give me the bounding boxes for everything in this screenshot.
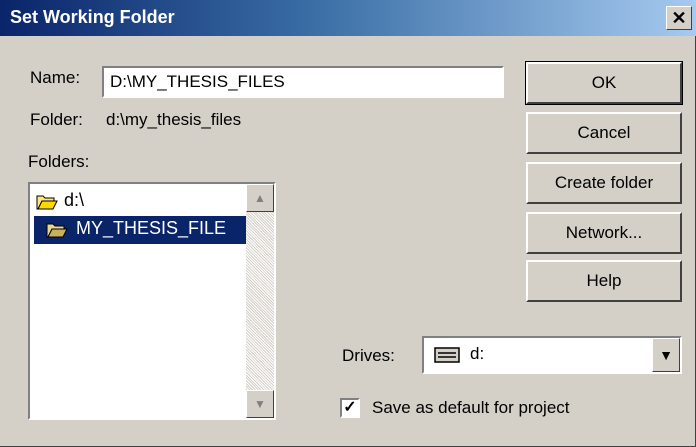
folder-item-label: d:\	[64, 190, 85, 210]
folder-path-value: d:\my_thesis_files	[106, 110, 242, 129]
create-folder-button[interactable]: Create folder	[526, 162, 682, 204]
close-icon: ✕	[671, 8, 687, 28]
name-input[interactable]	[102, 66, 504, 98]
scroll-down-arrow-icon: ▼	[254, 397, 266, 411]
chevron-down-icon: ▼	[659, 347, 673, 363]
drives-select[interactable]: d: ▼	[422, 336, 682, 374]
drives-value: d:	[470, 344, 485, 363]
folder-label: Folder:	[30, 110, 83, 129]
help-button[interactable]: Help	[526, 260, 682, 302]
close-button[interactable]: ✕	[666, 6, 692, 30]
network-button[interactable]: Network...	[526, 212, 682, 254]
save-default-checkbox[interactable]: ✓	[340, 398, 360, 418]
checkmark-icon: ✓	[343, 399, 357, 416]
ok-button[interactable]: OK	[525, 61, 683, 105]
folders-label: Folders:	[28, 152, 90, 171]
cancel-button[interactable]: Cancel	[526, 112, 682, 154]
name-label: Name:	[30, 68, 81, 87]
folder-item-label: MY_THESIS_FILE	[76, 218, 227, 238]
dialog-title: Set Working Folder	[10, 7, 175, 27]
drives-dropdown-button[interactable]: ▼	[652, 338, 680, 372]
drive-icon	[434, 347, 460, 363]
set-working-folder-dialog: Set Working Folder ✕ Name: Folder: d:\my…	[0, 0, 696, 447]
scroll-down-button[interactable]: ▼	[246, 390, 274, 418]
folders-scrollbar[interactable]: ▲ ▼	[246, 184, 274, 418]
title-bar[interactable]: Set Working Folder ✕	[0, 0, 696, 36]
folder-open-icon	[46, 223, 68, 238]
folders-list[interactable]: d:\ MY_THESIS_FILE ▲ ▼	[28, 182, 276, 420]
folder-open-icon	[36, 195, 58, 210]
save-default-label: Save as default for project	[372, 398, 570, 417]
scroll-up-arrow-icon: ▲	[254, 191, 266, 205]
scroll-up-button[interactable]: ▲	[246, 184, 274, 212]
folder-item-selected[interactable]: MY_THESIS_FILE	[34, 216, 246, 244]
drives-label: Drives:	[342, 346, 395, 365]
